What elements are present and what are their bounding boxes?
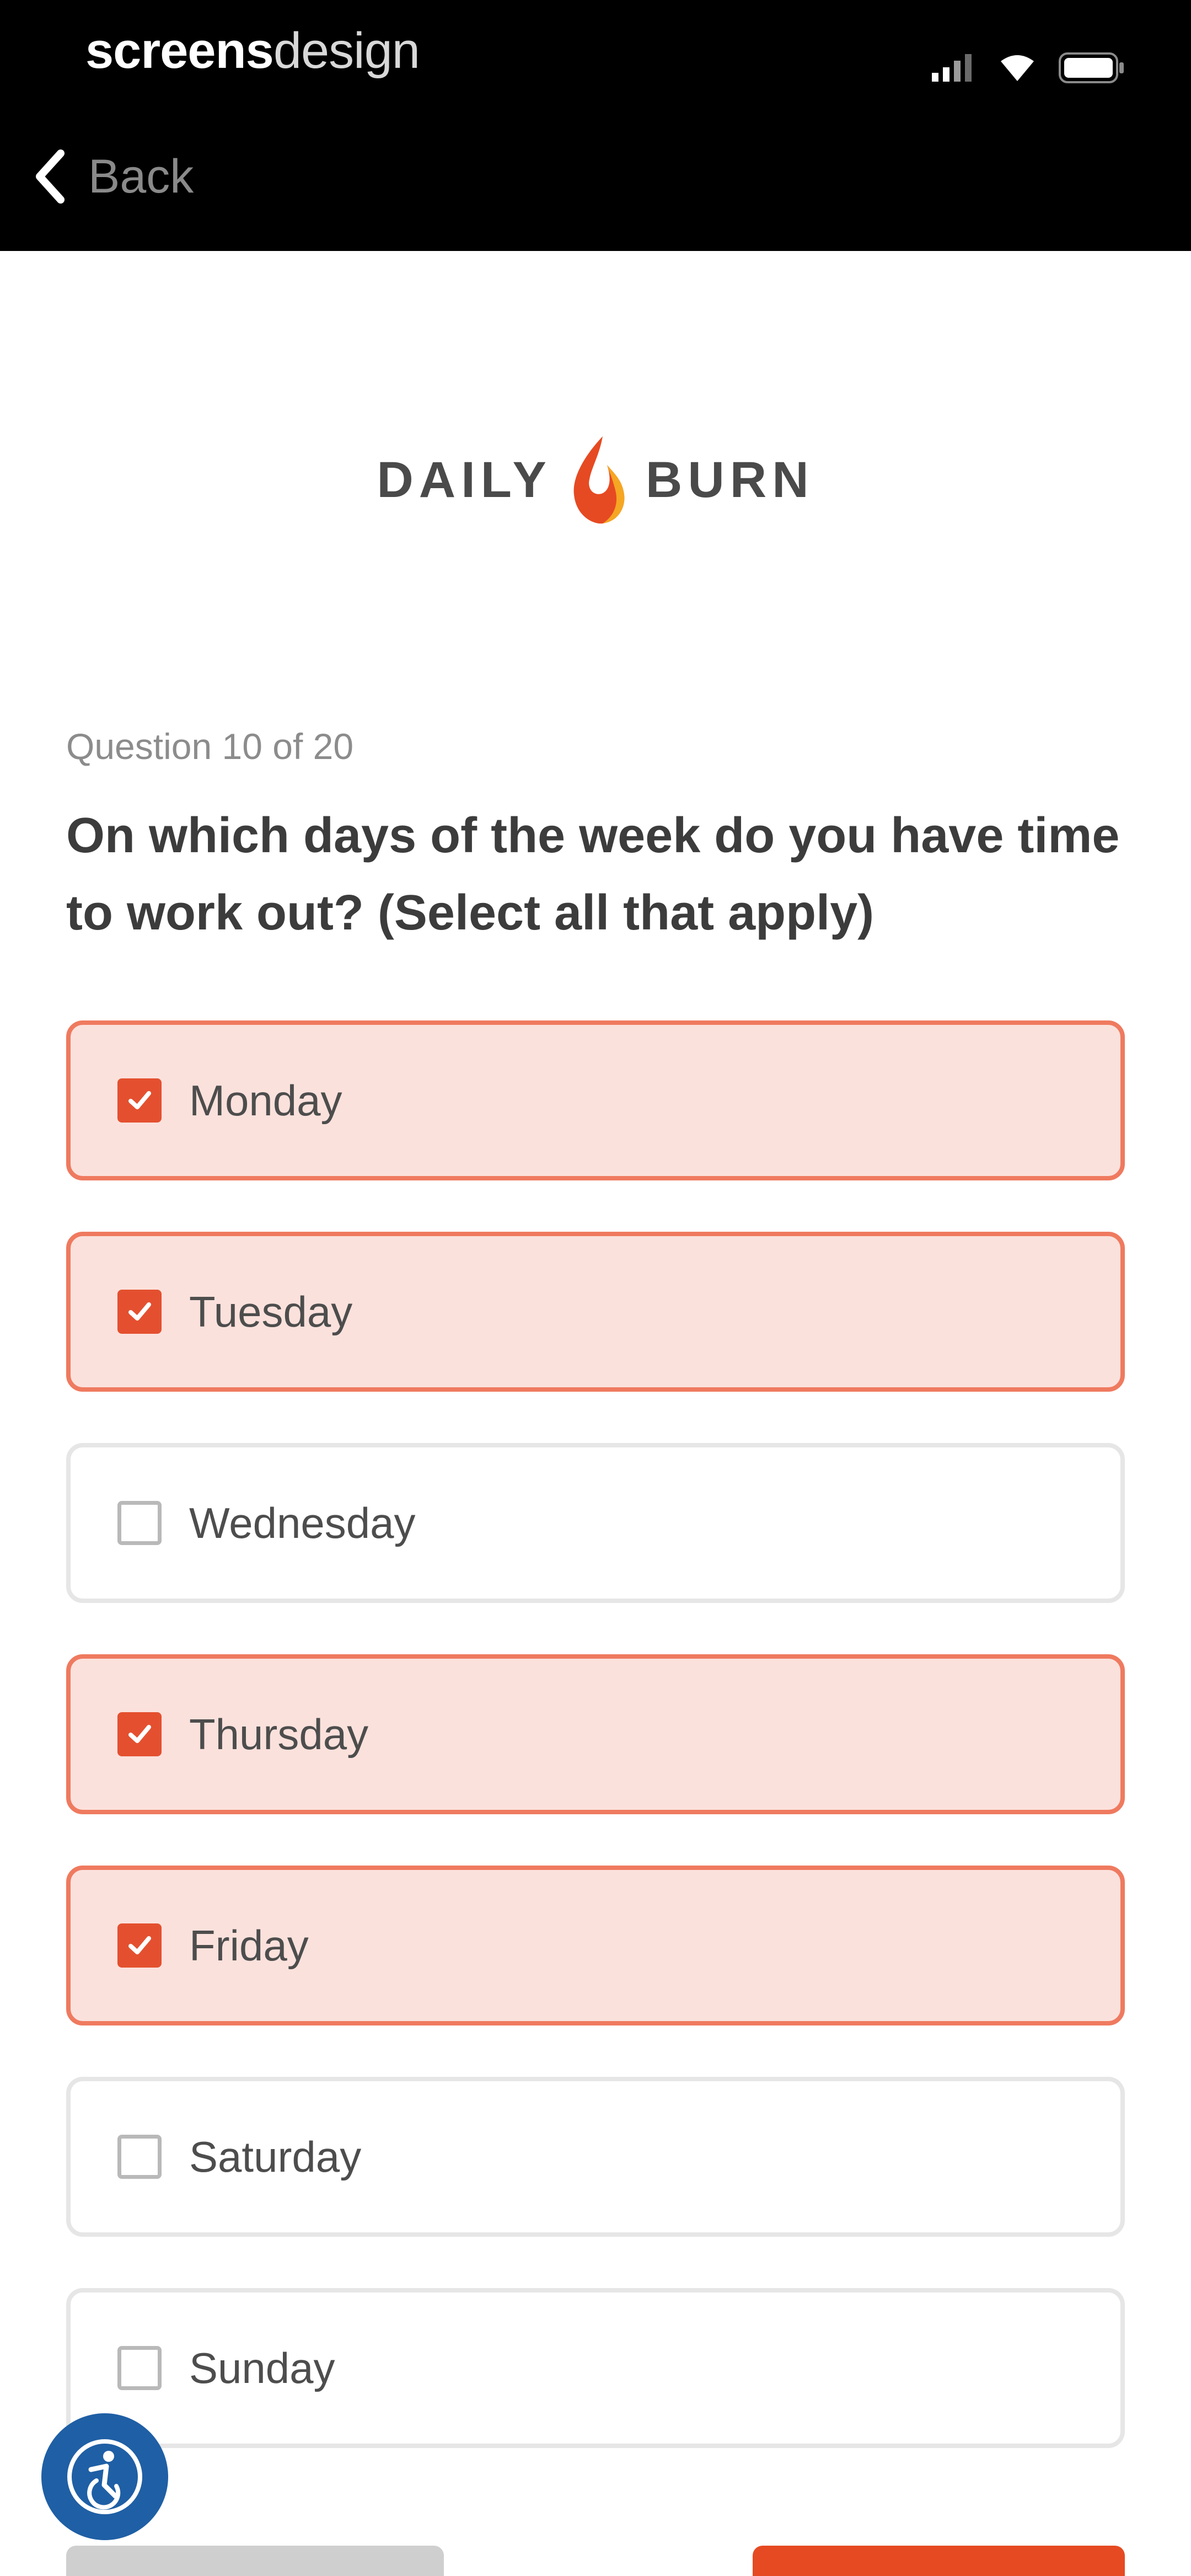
checkbox[interactable] [117, 2135, 162, 2179]
checkbox[interactable] [117, 1078, 162, 1123]
option-label: Friday [189, 1921, 309, 1970]
screensdesign-watermark: screensdesign [85, 22, 420, 80]
option-label: Thursday [189, 1709, 369, 1759]
option-wednesday[interactable]: Wednesday [66, 1443, 1125, 1603]
option-monday[interactable]: Monday [66, 1020, 1125, 1180]
day-options-list: Monday Tuesday Wednesday Thursday Friday… [66, 1020, 1125, 2499]
option-label: Tuesday [189, 1287, 353, 1336]
status-bar: screensdesign [0, 0, 1191, 110]
accessibility-icon [67, 2439, 142, 2514]
logo-word-right: BURN [645, 451, 814, 508]
back-label: Back [88, 149, 194, 203]
checkbox[interactable] [117, 2346, 162, 2390]
battery-icon [1059, 52, 1124, 83]
wifi-icon [1001, 55, 1034, 81]
option-label: Wednesday [189, 1498, 416, 1547]
option-label: Monday [189, 1076, 342, 1125]
checkbox[interactable] [117, 1712, 162, 1756]
option-friday[interactable]: Friday [66, 1866, 1125, 2025]
next-button[interactable] [753, 2546, 1125, 2576]
checkmark-icon [128, 1725, 151, 1743]
quiz-content: DAILY BURN Question 10 of 20 On which da… [0, 251, 1191, 2576]
option-label: Saturday [189, 2132, 362, 2181]
question-text: On which days of the week do you have ti… [66, 808, 1120, 940]
watermark-part-1: screens [85, 23, 274, 79]
logo-word-left: DAILY [377, 451, 552, 508]
option-sunday[interactable]: Sunday [66, 2288, 1125, 2448]
option-tuesday[interactable]: Tuesday [66, 1232, 1125, 1392]
flame-icon [573, 436, 625, 524]
checkbox[interactable] [117, 1923, 162, 1968]
daily-burn-logo: DAILY BURN [0, 433, 1191, 527]
signal-icon [932, 54, 972, 82]
checkbox[interactable] [117, 1290, 162, 1334]
option-thursday[interactable]: Thursday [66, 1654, 1125, 1814]
chevron-left-icon [36, 149, 65, 204]
watermark-part-2: design [273, 23, 420, 79]
option-saturday[interactable]: Saturday [66, 2077, 1125, 2237]
question-counter: Question 10 of 20 [66, 726, 354, 767]
checkmark-icon [128, 1936, 151, 1954]
checkmark-icon [128, 1091, 151, 1109]
status-icons [932, 52, 1125, 83]
checkbox[interactable] [117, 1501, 162, 1545]
back-button[interactable]: Back [33, 149, 194, 204]
option-label: Sunday [189, 2343, 335, 2392]
previous-button[interactable] [66, 2546, 444, 2576]
navigation-bar: Back [0, 110, 1191, 251]
checkmark-icon [128, 1302, 151, 1321]
accessibility-button[interactable] [41, 2413, 168, 2540]
